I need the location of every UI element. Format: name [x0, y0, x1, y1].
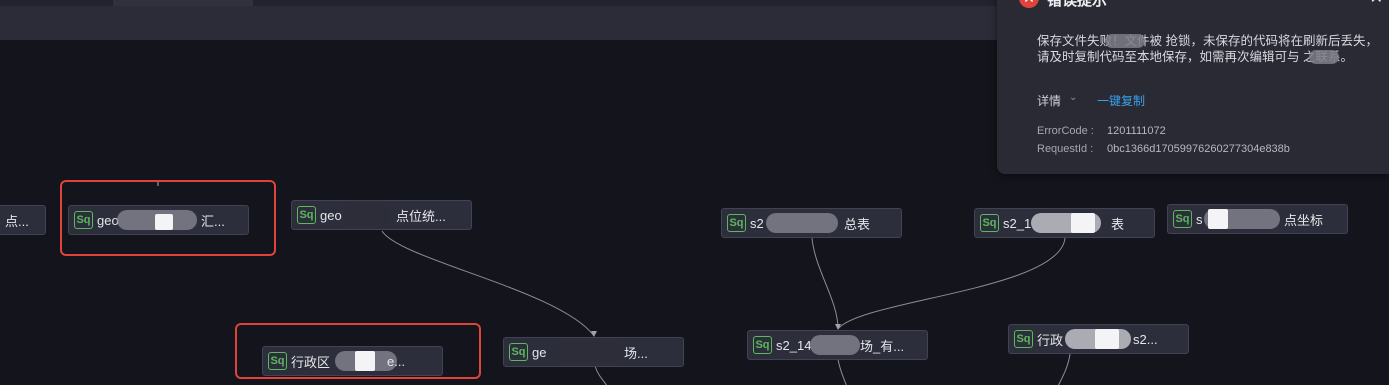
node-label: 点...	[5, 213, 29, 229]
error-notification: ✕ 错误提示 ✕ 保存文件失败！文件被 抢锁，未保存的代码将在刷新后丢失，请及时…	[997, 0, 1389, 174]
error-code-value: 1201111072	[1107, 125, 1166, 137]
node-label-tail: 点位统...	[396, 208, 446, 224]
sql-node[interactable]: Sq s2_1 表	[974, 208, 1155, 238]
redaction-blur	[1095, 329, 1119, 349]
sql-icon: Sq	[297, 206, 316, 224]
copy-button[interactable]: 一键复制	[1097, 92, 1145, 109]
node-label: s2	[750, 215, 764, 231]
sql-icon: Sq	[1173, 210, 1192, 228]
sql-node[interactable]: Sq geo 点位统...	[291, 200, 472, 230]
node-label: geo	[320, 207, 342, 223]
redaction-blur	[810, 335, 860, 355]
sql-node[interactable]: Sq 点...	[0, 205, 46, 235]
node-label: s	[1196, 211, 1203, 227]
node-label: 行政	[1037, 332, 1064, 348]
error-title: 错误提示	[1047, 0, 1108, 9]
node-label-tail: 总表	[844, 216, 871, 232]
redaction-blur	[1105, 34, 1145, 48]
sql-node[interactable]: Sq ge 场...	[503, 337, 684, 367]
sql-icon: Sq	[1014, 330, 1033, 348]
redaction-blur	[1071, 213, 1095, 233]
node-label-tail: 场...	[624, 345, 648, 361]
request-id-row: RequestId : 0bc1366d17059976260277304e83…	[1037, 143, 1290, 155]
close-icon[interactable]: ✕	[1370, 0, 1383, 8]
highlight-box	[235, 323, 481, 379]
details-toggle[interactable]: 详情	[1037, 92, 1061, 109]
sql-node[interactable]: Sq s2 总表	[721, 208, 902, 238]
error-code-row: ErrorCode : 1201111072	[1037, 125, 1166, 137]
node-label-tail: 表	[1111, 216, 1125, 232]
highlight-box	[60, 180, 276, 256]
sql-icon: Sq	[727, 214, 746, 232]
node-label: s2_1	[1003, 215, 1032, 231]
sql-node[interactable]: Sq s2_14 场_有...	[747, 330, 928, 360]
redaction-blur	[1208, 209, 1228, 229]
sql-icon: Sq	[509, 343, 528, 361]
node-label: s2_14	[776, 337, 812, 353]
request-id-key: RequestId :	[1037, 143, 1094, 155]
error-code-key: ErrorCode :	[1037, 125, 1094, 137]
redaction-blur	[550, 342, 624, 362]
node-label: ge	[532, 344, 547, 360]
redaction-blur	[1309, 50, 1339, 64]
sql-icon: Sq	[980, 214, 999, 232]
chevron-down-icon[interactable]: ⌄	[1069, 92, 1077, 103]
node-label-tail: 点坐标	[1284, 212, 1324, 228]
node-label-tail: 场_有...	[860, 338, 905, 354]
node-label-tail: s2...	[1133, 331, 1158, 347]
sql-node[interactable]: Sq s 点坐标	[1167, 204, 1348, 234]
sql-icon: Sq	[753, 336, 772, 354]
error-icon: ✕	[1019, 0, 1039, 8]
redaction-blur	[344, 205, 390, 225]
redaction-blur	[766, 213, 838, 233]
request-id-value: 0bc1366d17059976260277304e838b	[1107, 143, 1290, 155]
sql-node[interactable]: Sq 行政 s2...	[1008, 324, 1189, 354]
